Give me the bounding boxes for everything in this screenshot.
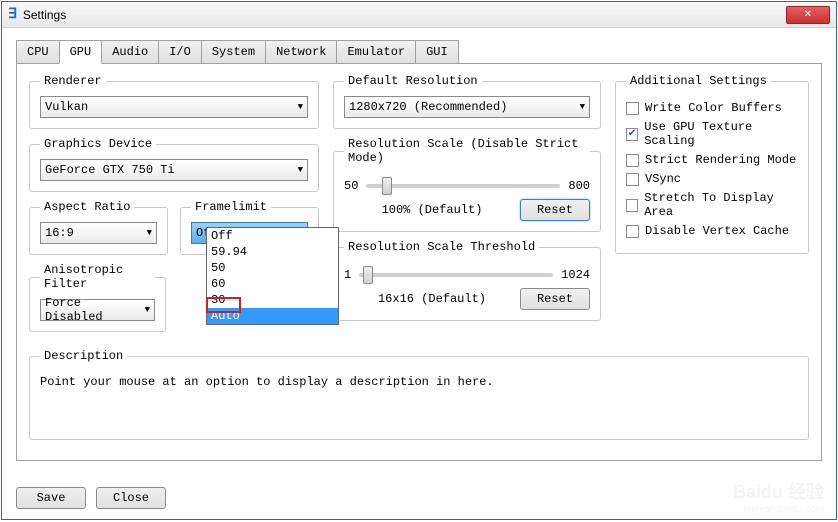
chevron-down-icon: ▼ (580, 102, 585, 112)
app-icon: ∃ (8, 6, 17, 23)
threshold-max: 1024 (561, 268, 590, 282)
framelimit-option[interactable]: Auto (207, 308, 338, 324)
framelimit-dropdown: Off59.94506030Auto (206, 227, 339, 325)
checkbox-row: ✔ Use GPU Texture Scaling (626, 120, 798, 148)
framelimit-option[interactable]: 60 (207, 276, 338, 292)
resolution-scale-legend: Resolution Scale (Disable Strict Mode) (344, 137, 590, 165)
threshold-reset-button[interactable]: Reset (520, 288, 590, 310)
additional-settings-group: Additional Settings Write Color Buffers ✔… (615, 74, 809, 254)
description-text: Point your mouse at an option to display… (40, 375, 798, 389)
aspect-ratio-group: Aspect Ratio 16:9 ▼ (29, 200, 168, 255)
anisotropic-filter-value: Force Disabled (45, 296, 145, 324)
checkbox-row: Disable Vertex Cache (626, 224, 798, 238)
slider-thumb[interactable] (363, 266, 373, 284)
checkbox[interactable]: ✔ (626, 128, 638, 141)
close-window-button[interactable]: ✕ (786, 6, 830, 24)
titlebar: ∃ Settings ✕ (2, 2, 836, 28)
default-resolution-combo[interactable]: 1280x720 (Recommended) ▼ (344, 96, 590, 118)
chevron-down-icon: ▼ (145, 305, 150, 315)
settings-window: ∃ Settings ✕ CPUGPUAudioI/OSystemNetwork… (1, 1, 837, 520)
tab-cpu[interactable]: CPU (16, 40, 60, 64)
checkbox[interactable] (626, 102, 639, 115)
description-group: Description Point your mouse at an optio… (29, 349, 809, 440)
chevron-down-icon: ▼ (298, 102, 303, 112)
threshold-label: 16x16 (Default) (344, 292, 520, 306)
renderer-legend: Renderer (40, 74, 106, 88)
resolution-scale-max: 800 (568, 179, 590, 193)
resolution-scale-slider[interactable] (366, 184, 560, 188)
close-icon: ✕ (804, 9, 812, 21)
graphics-device-group: Graphics Device GeForce GTX 750 Ti ▼ (29, 137, 319, 192)
save-button[interactable]: Save (16, 487, 86, 509)
framelimit-option[interactable]: 50 (207, 260, 338, 276)
anisotropic-filter-legend: Anisotropic Filter (40, 263, 155, 291)
resolution-scale-threshold-group: Resolution Scale Threshold 1 1024 16x16 … (333, 240, 601, 321)
framelimit-legend: Framelimit (191, 200, 271, 214)
checkbox-label: Write Color Buffers (645, 101, 782, 115)
aspect-ratio-combo[interactable]: 16:9 ▼ (40, 222, 157, 244)
renderer-group: Renderer Vulkan ▼ (29, 74, 319, 129)
checkbox-row: Stretch To Display Area (626, 191, 798, 219)
default-resolution-legend: Default Resolution (344, 74, 482, 88)
resolution-scale-label: 100% (Default) (344, 203, 520, 217)
chevron-down-icon: ▼ (298, 165, 303, 175)
threshold-min: 1 (344, 268, 351, 282)
renderer-value: Vulkan (45, 100, 88, 114)
tab-system[interactable]: System (201, 40, 266, 64)
tab-gpu[interactable]: GPU (59, 40, 103, 64)
renderer-combo[interactable]: Vulkan ▼ (40, 96, 308, 118)
content-area: CPUGPUAudioI/OSystemNetworkEmulatorGUI R… (2, 28, 836, 461)
graphics-device-value: GeForce GTX 750 Ti (45, 163, 175, 177)
resolution-scale-group: Resolution Scale (Disable Strict Mode) 5… (333, 137, 601, 232)
checkbox[interactable] (626, 225, 639, 238)
aspect-ratio-value: 16:9 (45, 226, 74, 240)
resolution-scale-threshold-legend: Resolution Scale Threshold (344, 240, 539, 254)
tab-panel-gpu: Renderer Vulkan ▼ Graphics Device GeForc… (16, 63, 822, 461)
framelimit-option[interactable]: 30 (207, 292, 338, 308)
checkbox[interactable] (626, 154, 639, 167)
tab-i-o[interactable]: I/O (158, 40, 202, 64)
graphics-device-combo[interactable]: GeForce GTX 750 Ti ▼ (40, 159, 308, 181)
tab-strip: CPUGPUAudioI/OSystemNetworkEmulatorGUI (16, 40, 822, 64)
checkbox-row: Write Color Buffers (626, 101, 798, 115)
slider-thumb[interactable] (382, 177, 392, 195)
default-resolution-group: Default Resolution 1280x720 (Recommended… (333, 74, 601, 129)
checkbox-label: VSync (645, 172, 681, 186)
window-title: Settings (23, 8, 786, 22)
tab-audio[interactable]: Audio (101, 40, 159, 64)
chevron-down-icon: ▼ (147, 228, 152, 238)
framelimit-option[interactable]: 59.94 (207, 244, 338, 260)
checkbox-label: Strict Rendering Mode (645, 153, 796, 167)
checkbox-row: Strict Rendering Mode (626, 153, 798, 167)
checkbox-label: Use GPU Texture Scaling (644, 120, 798, 148)
framelimit-option[interactable]: Off (207, 228, 338, 244)
graphics-device-legend: Graphics Device (40, 137, 156, 151)
additional-settings-legend: Additional Settings (626, 74, 771, 88)
anisotropic-filter-combo[interactable]: Force Disabled ▼ (40, 299, 155, 321)
tab-gui[interactable]: GUI (415, 40, 459, 64)
resolution-scale-min: 50 (344, 179, 358, 193)
aspect-ratio-legend: Aspect Ratio (40, 200, 134, 214)
dialog-footer: Save Close (16, 487, 166, 509)
watermark: Baidu 经验 jingyan.baidu.com (733, 478, 824, 515)
description-legend: Description (40, 349, 127, 363)
anisotropic-filter-group: Anisotropic Filter Force Disabled ▼ (29, 263, 166, 332)
checkbox[interactable] (626, 199, 638, 212)
close-button[interactable]: Close (96, 487, 166, 509)
checkbox-label: Disable Vertex Cache (645, 224, 789, 238)
checkbox[interactable] (626, 173, 639, 186)
tab-emulator[interactable]: Emulator (336, 40, 416, 64)
default-resolution-value: 1280x720 (Recommended) (349, 100, 507, 114)
checkbox-row: VSync (626, 172, 798, 186)
tab-network[interactable]: Network (265, 40, 337, 64)
checkbox-label: Stretch To Display Area (644, 191, 798, 219)
resolution-scale-reset-button[interactable]: Reset (520, 199, 590, 221)
threshold-slider[interactable] (359, 273, 553, 277)
